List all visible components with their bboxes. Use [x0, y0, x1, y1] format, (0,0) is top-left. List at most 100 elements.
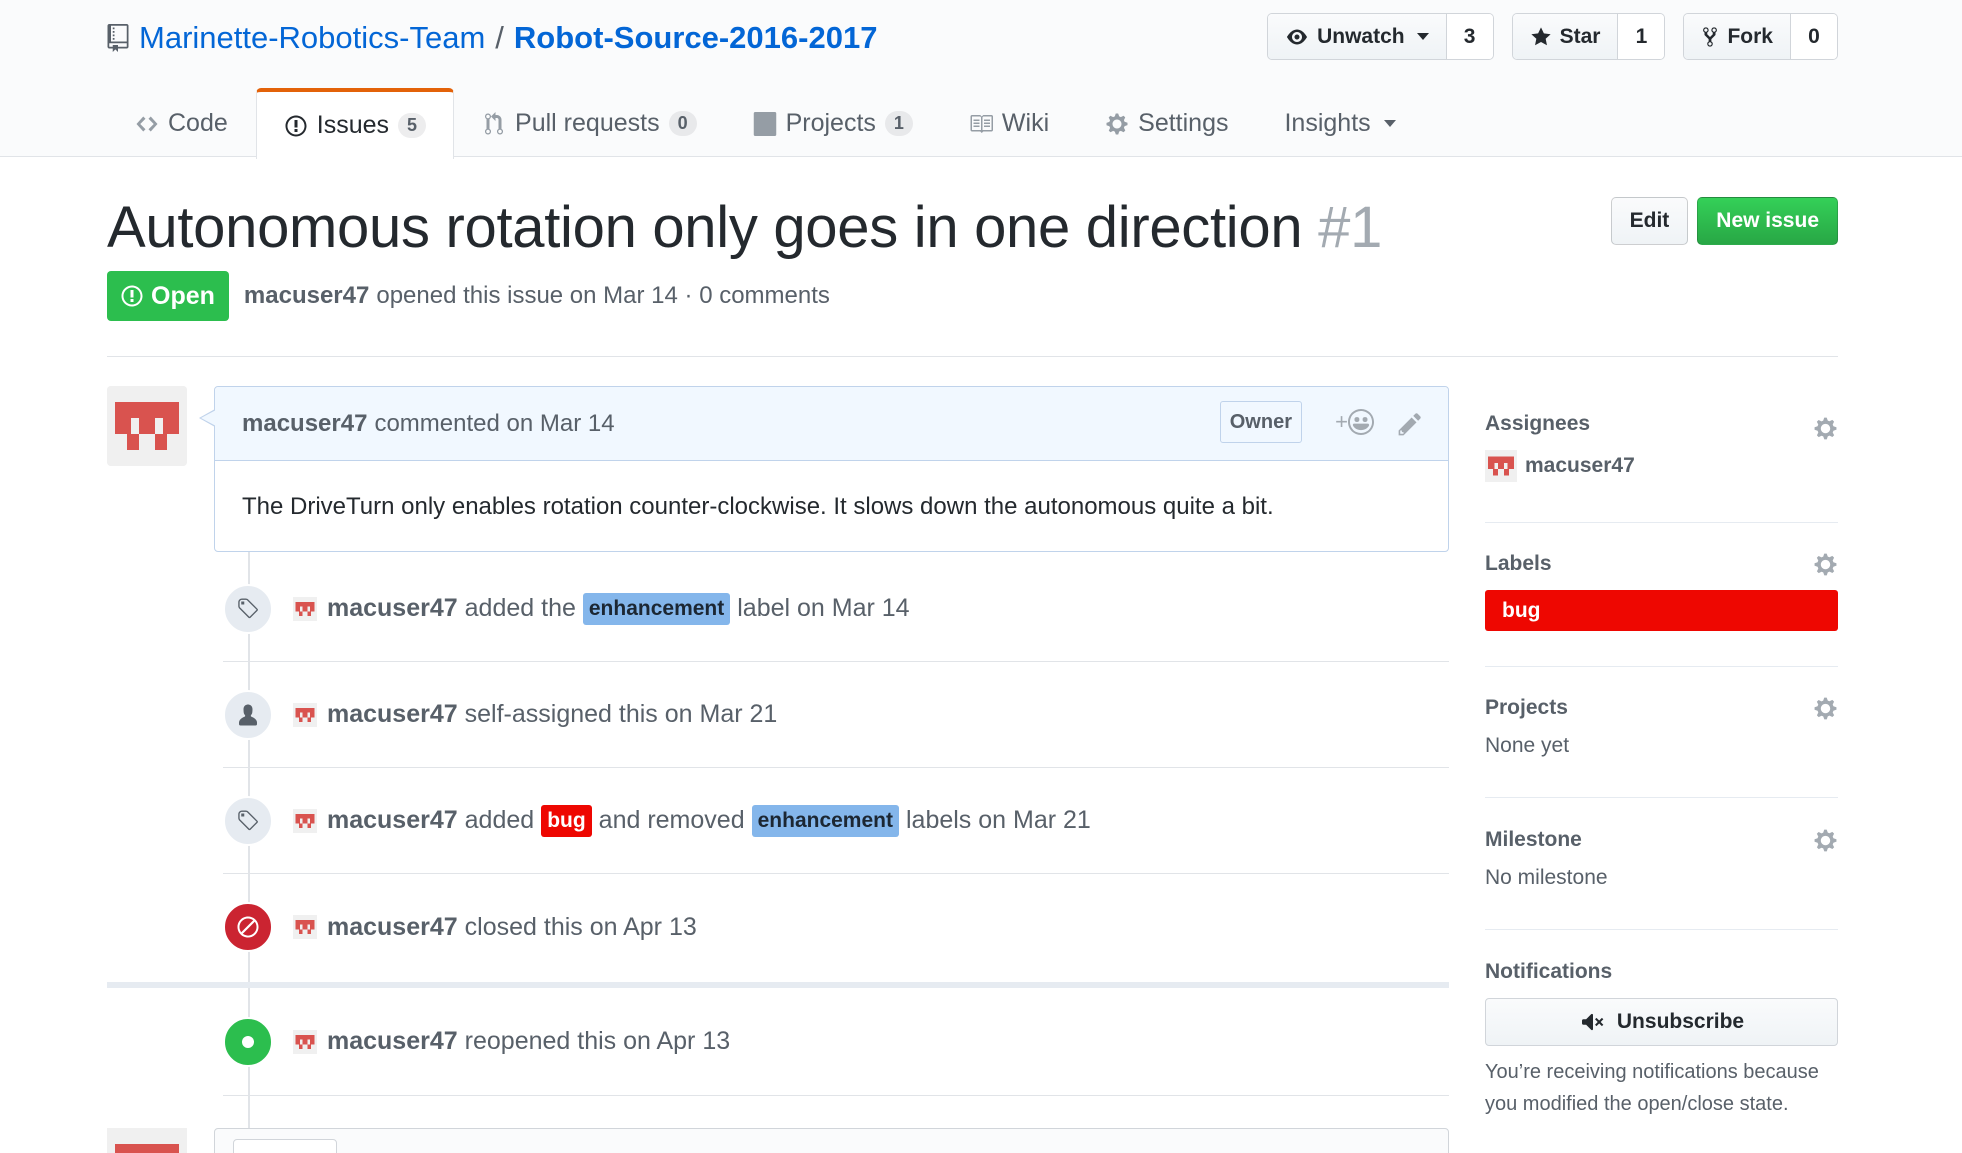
comment-header: macuser47 commented on Mar 14 Owner + — [215, 387, 1448, 461]
tag-badge — [223, 795, 273, 846]
project-icon — [753, 111, 776, 136]
gear-icon[interactable] — [1813, 828, 1838, 853]
avatar[interactable] — [293, 808, 317, 833]
repo-owner-link[interactable]: Marinette-Robotics-Team — [139, 20, 485, 56]
milestone-heading[interactable]: Milestone — [1485, 828, 1838, 852]
event-author-link[interactable]: macuser47 — [327, 913, 458, 942]
label-enhancement[interactable]: enhancement — [751, 804, 899, 837]
avatar[interactable] — [107, 386, 187, 466]
new-issue-button[interactable]: New issue — [1697, 197, 1838, 245]
gear-icon[interactable] — [1813, 552, 1838, 577]
avatar[interactable] — [293, 1029, 317, 1054]
mute-icon — [1581, 1013, 1604, 1031]
code-icon — [136, 116, 158, 131]
repo-header: Marinette-Robotics-Team / Robot-Source-2… — [0, 0, 1962, 159]
edit-button[interactable]: Edit — [1610, 197, 1689, 245]
issue-opened-icon — [121, 285, 143, 307]
notifications-heading: Notifications — [1485, 960, 1613, 983]
tab-issues[interactable]: Issues 5 — [255, 88, 455, 159]
star-button-group: Star 1 — [1511, 13, 1666, 60]
sidebar-milestone: Milestone No milestone — [1485, 798, 1838, 930]
repo-separator: / — [495, 20, 504, 55]
issue-header-actions: Edit New issue — [1610, 197, 1838, 245]
tab-pull-requests[interactable]: Pull requests 0 — [454, 88, 725, 158]
repo-title: Marinette-Robotics-Team / Robot-Source-2… — [107, 18, 877, 58]
chevron-down-icon — [1416, 33, 1429, 40]
event-text: label on Mar 14 — [737, 594, 910, 622]
event-text: reopened this on Apr 13 — [464, 1027, 731, 1055]
issue-opened-icon — [285, 115, 307, 136]
event-author-link[interactable]: macuser47 — [327, 1027, 458, 1056]
comment-author-link[interactable]: macuser47 — [242, 410, 367, 438]
reopened-badge — [223, 1016, 273, 1067]
projects-value: None yet — [1485, 734, 1570, 757]
forks-count[interactable]: 0 — [1791, 14, 1837, 59]
issue-meta-text: opened this issue on Mar 14 · 0 comments — [376, 282, 830, 309]
notification-reason: You’re receiving notifications because y… — [1485, 1061, 1819, 1115]
fork-button-group: Fork 0 — [1683, 13, 1838, 60]
label-enhancement[interactable]: enhancement — [582, 592, 731, 625]
write-tab[interactable] — [233, 1139, 337, 1153]
tab-projects-label: Projects — [785, 109, 876, 137]
header-divider — [107, 356, 1838, 357]
person-badge — [223, 689, 273, 740]
pull-request-icon — [485, 111, 504, 135]
avatar[interactable] — [293, 915, 317, 939]
tab-settings-label: Settings — [1138, 109, 1229, 137]
repo-name-link[interactable]: Robot-Source-2016-2017 — [514, 20, 878, 56]
tab-code[interactable]: Code — [107, 88, 256, 158]
timeline-event-assigned: macuser47 self-assigned this on Mar 21 — [223, 662, 1449, 768]
tag-icon — [238, 598, 258, 618]
event-author-link[interactable]: macuser47 — [327, 806, 458, 835]
avatar[interactable] — [293, 702, 317, 727]
watchers-count[interactable]: 3 — [1446, 14, 1493, 59]
smiley-icon — [1348, 409, 1374, 435]
book-icon — [970, 114, 993, 133]
issue-author-link[interactable]: macuser47 — [244, 282, 369, 310]
add-reaction-button[interactable]: + — [1335, 409, 1374, 435]
star-icon — [1531, 26, 1551, 45]
issue-number: #1 — [1318, 195, 1383, 260]
avatar[interactable] — [293, 596, 317, 621]
avatar[interactable] — [107, 1128, 187, 1153]
unsubscribe-button[interactable]: Unsubscribe — [1485, 998, 1838, 1046]
assignees-heading[interactable]: Assignees — [1485, 412, 1838, 436]
label-bug[interactable]: bug — [541, 804, 592, 837]
event-author-link[interactable]: macuser47 — [327, 700, 458, 729]
gear-icon[interactable] — [1813, 696, 1838, 721]
tab-pull-requests-label: Pull requests — [515, 109, 660, 137]
gear-icon — [1106, 113, 1128, 134]
stargazers-count[interactable]: 1 — [1618, 14, 1665, 59]
sidebar-label-bug[interactable]: bug — [1485, 590, 1838, 631]
tab-wiki[interactable]: Wiki — [941, 88, 1077, 158]
star-button[interactable]: Star — [1512, 14, 1619, 59]
tab-projects[interactable]: Projects 1 — [725, 88, 941, 158]
labels-heading[interactable]: Labels — [1485, 552, 1838, 576]
closed-badge — [223, 902, 273, 952]
pencil-icon[interactable] — [1397, 411, 1423, 437]
assignee-name: macuser47 — [1525, 454, 1635, 477]
event-author-link[interactable]: macuser47 — [327, 594, 458, 623]
assignee-item[interactable]: macuser47 — [1485, 450, 1838, 482]
unwatch-button[interactable]: Unwatch — [1268, 14, 1447, 59]
tag-icon — [238, 810, 258, 830]
sidebar-notifications: Notifications Unsubscribe You’re receivi… — [1485, 930, 1838, 1120]
issue-title-text: Autonomous rotation only goes in one dir… — [107, 195, 1303, 260]
repo-actions: Unwatch 3 Star 1 Fork 0 — [1267, 13, 1838, 60]
event-text: closed this on Apr 13 — [464, 912, 697, 941]
projects-heading[interactable]: Projects — [1485, 696, 1838, 720]
event-text: self-assigned this on Mar 21 — [464, 700, 778, 728]
unsubscribe-label: Unsubscribe — [1616, 1010, 1745, 1033]
gear-icon[interactable] — [1813, 416, 1838, 441]
identicon-avatar — [107, 386, 187, 466]
event-text: added — [464, 806, 535, 834]
projects-counter: 1 — [884, 111, 913, 136]
tab-insights[interactable]: Insights — [1256, 88, 1423, 158]
timeline-event-closed: macuser47 closed this on Apr 13 — [223, 874, 1449, 980]
fork-button[interactable]: Fork — [1684, 14, 1791, 59]
tab-settings[interactable]: Settings — [1077, 88, 1256, 158]
milestone-value: No milestone — [1485, 866, 1608, 889]
event-text: and removed — [598, 806, 745, 834]
issue-sidebar: Assignees macuser47 Labels bug Projects … — [1485, 386, 1838, 1120]
new-comment-form[interactable] — [214, 1128, 1449, 1153]
